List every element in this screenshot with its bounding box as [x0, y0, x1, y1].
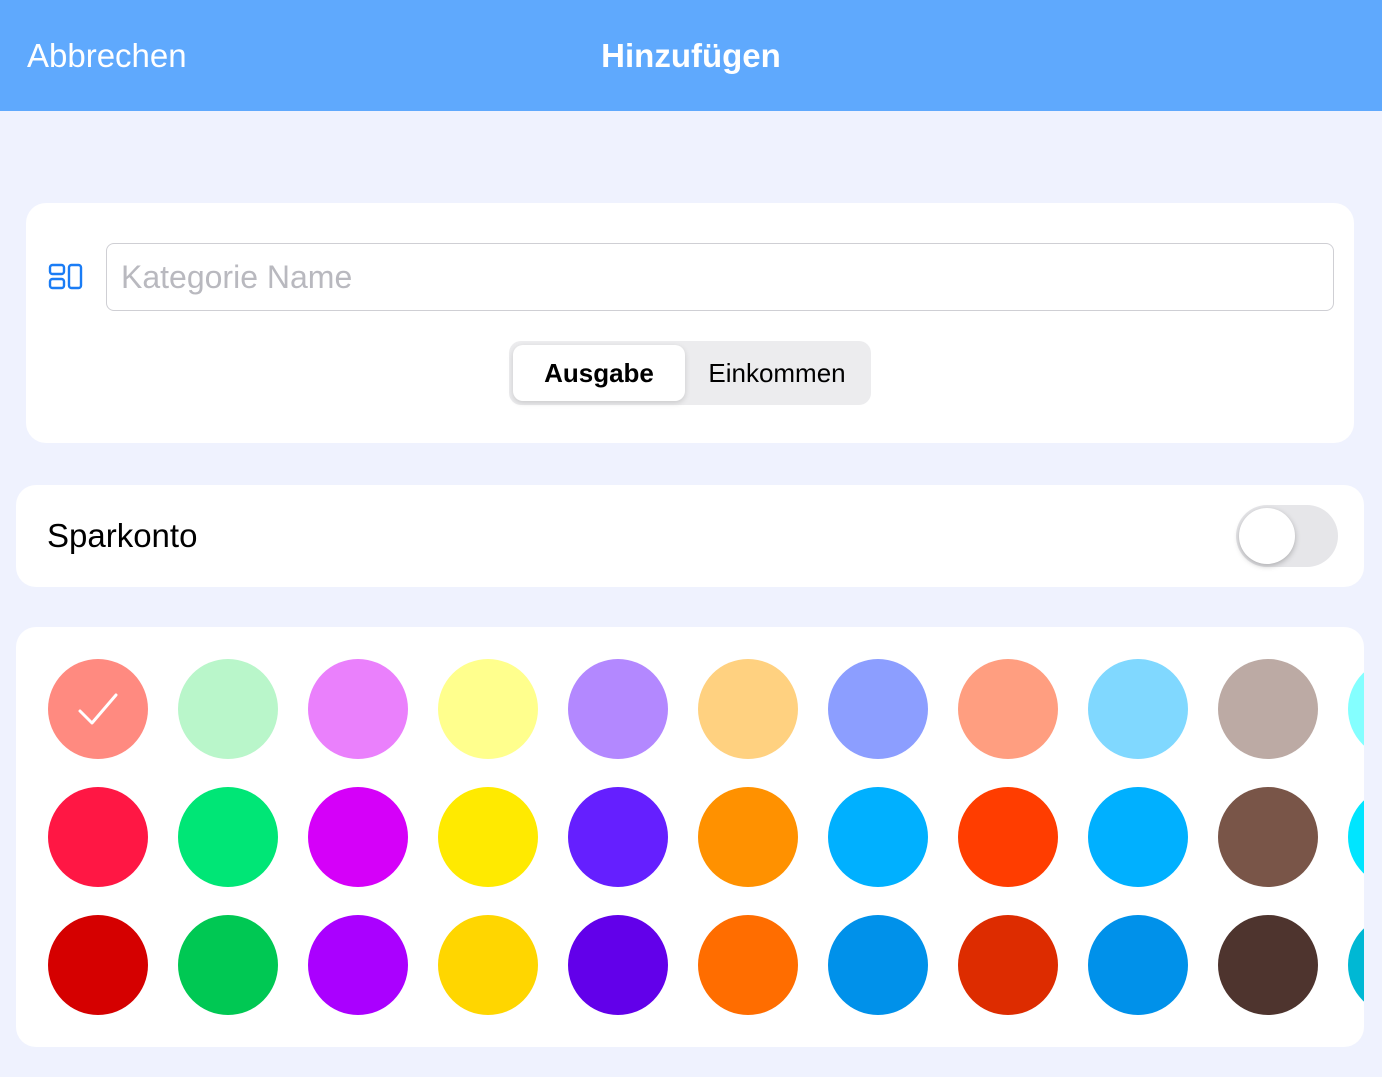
- color-swatch[interactable]: [1348, 659, 1364, 759]
- segment-einkommen[interactable]: Einkommen: [687, 345, 867, 401]
- color-swatch[interactable]: [178, 787, 278, 887]
- color-swatch[interactable]: [568, 659, 668, 759]
- color-swatch[interactable]: [1348, 787, 1364, 887]
- color-swatch[interactable]: [1088, 787, 1188, 887]
- color-swatch[interactable]: [1218, 787, 1318, 887]
- color-swatch[interactable]: [48, 915, 148, 1015]
- color-swatch[interactable]: [828, 787, 928, 887]
- color-swatch[interactable]: [698, 787, 798, 887]
- color-picker-card: [16, 627, 1364, 1047]
- color-swatch[interactable]: [1348, 915, 1364, 1015]
- checkmark-icon: [78, 693, 118, 725]
- color-swatch[interactable]: [438, 787, 538, 887]
- color-swatch[interactable]: [828, 659, 928, 759]
- color-swatch[interactable]: [178, 915, 278, 1015]
- segment-ausgabe[interactable]: Ausgabe: [513, 345, 685, 401]
- color-swatch[interactable]: [48, 659, 148, 759]
- color-swatch[interactable]: [958, 915, 1058, 1015]
- color-swatch[interactable]: [1218, 659, 1318, 759]
- color-swatch[interactable]: [438, 915, 538, 1015]
- type-segmented-control: Ausgabe Einkommen: [509, 341, 871, 405]
- color-swatch[interactable]: [1088, 659, 1188, 759]
- savings-card: Sparkonto: [16, 485, 1364, 587]
- color-swatch[interactable]: [698, 915, 798, 1015]
- color-swatch[interactable]: [828, 915, 928, 1015]
- color-swatch[interactable]: [1088, 915, 1188, 1015]
- color-swatch[interactable]: [308, 659, 408, 759]
- color-swatch[interactable]: [48, 787, 148, 887]
- color-swatch[interactable]: [308, 915, 408, 1015]
- color-swatch[interactable]: [1218, 915, 1318, 1015]
- savings-label: Sparkonto: [47, 517, 198, 554]
- category-name-input[interactable]: [106, 243, 1334, 311]
- color-swatch[interactable]: [568, 915, 668, 1015]
- category-icon: [48, 263, 83, 290]
- color-swatch[interactable]: [958, 787, 1058, 887]
- color-swatch[interactable]: [958, 659, 1058, 759]
- color-swatch[interactable]: [568, 787, 668, 887]
- toggle-knob: [1239, 508, 1295, 564]
- color-swatch[interactable]: [308, 787, 408, 887]
- category-form-card: Ausgabe Einkommen: [26, 203, 1354, 443]
- page-title: Hinzufügen: [601, 37, 781, 74]
- color-swatch[interactable]: [178, 659, 278, 759]
- savings-toggle[interactable]: [1236, 505, 1338, 567]
- navigation-bar: Abbrechen Hinzufügen: [0, 0, 1382, 111]
- color-swatch[interactable]: [438, 659, 538, 759]
- color-swatch[interactable]: [698, 659, 798, 759]
